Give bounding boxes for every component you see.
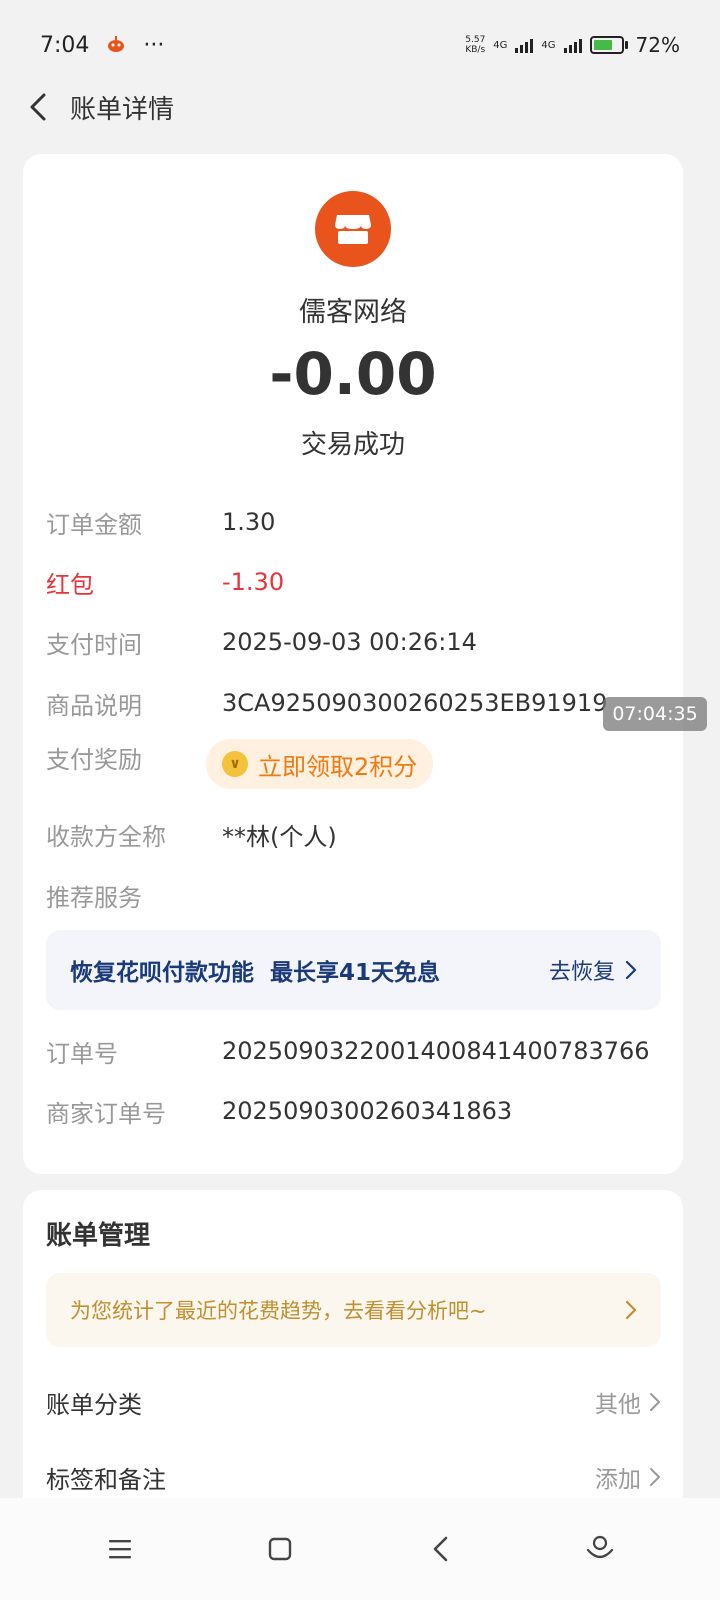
merchant-order-label: 商家订单号 [46, 1099, 166, 1128]
signal-icon [515, 37, 534, 53]
menu-icon [109, 1540, 131, 1559]
back-arrow-icon [30, 93, 46, 121]
order-no-row: 订单号 2025090322001400841400783766 [46, 1029, 666, 1073]
transaction-status: 交易成功 [300, 430, 405, 460]
system-nav-bar [0, 1498, 720, 1600]
status-time: 7:04 [40, 32, 90, 58]
chevron-right-icon [650, 1468, 660, 1486]
restore-button[interactable]: 去恢复 [549, 954, 637, 986]
recommend-row: 推荐服务 [46, 873, 666, 917]
menu-button[interactable] [90, 1519, 150, 1579]
bill-management-title: 账单管理 [46, 1221, 151, 1251]
home-button[interactable] [250, 1519, 310, 1579]
red-packet-label: 红包 [46, 570, 94, 599]
trend-text: 为您统计了最近的花费趋势，去看看分析吧~ [70, 1299, 487, 1323]
payee-value: **林(个人) [222, 822, 337, 851]
product-row: 商品说明 3CA925090300260253EB91919 [46, 681, 666, 725]
merchant-name: 儒客网络 [299, 297, 407, 328]
payee-row: 收款方全称 **林(个人) [46, 812, 666, 856]
order-amount-row: 订单金额 1.30 [46, 500, 666, 544]
sim2-label: 4G [541, 39, 556, 51]
order-no-value: 2025090322001400841400783766 [222, 1037, 650, 1065]
huabei-promo-banner[interactable]: 恢复花呗付款功能 最长享41天免息 去恢复 [46, 930, 661, 1010]
amount: -0.00 [269, 340, 437, 408]
merchant-order-value: 2025090300260341863 [222, 1097, 513, 1125]
pay-time-label: 支付时间 [46, 630, 142, 659]
merchant-order-row: 商家订单号 2025090300260341863 [46, 1089, 666, 1133]
tags-notes-label: 标签和备注 [46, 1465, 166, 1494]
more-notifications-icon: ··· [143, 32, 165, 58]
status-right: 5.57 KB/s 4G 4G 72% [465, 33, 680, 57]
pay-time-value: 2025-09-03 00:26:14 [222, 628, 477, 656]
claim-points-button[interactable]: ∨ 立即领取2积分 [206, 739, 434, 789]
home-square-icon [268, 1537, 292, 1561]
order-amount-value: 1.30 [222, 508, 276, 536]
recommend-label: 推荐服务 [46, 883, 142, 912]
transaction-card: 儒客网络 -0.00 交易成功 订单金额 1.30 红包 -1.30 支付时间 … [23, 154, 683, 1174]
floating-timestamp: 07:04:35 [603, 697, 707, 731]
red-packet-row: 红包 -1.30 [46, 560, 666, 604]
assistant-button[interactable] [570, 1519, 630, 1579]
order-amount-label: 订单金额 [46, 510, 142, 539]
coin-icon: ∨ [222, 751, 248, 777]
reward-label: 支付奖励 [46, 746, 142, 774]
chevron-right-icon [625, 960, 637, 980]
battery-icon [589, 36, 628, 54]
assistant-icon [586, 1535, 614, 1559]
bill-category-value-wrap: 其他 [595, 1385, 661, 1419]
net-speed: 5.57 KB/s [465, 35, 485, 55]
bill-management-card: 账单管理 为您统计了最近的花费趋势，去看看分析吧~ 账单分类 其他 标签和备注 … [23, 1190, 683, 1520]
order-no-label: 订单号 [46, 1039, 118, 1068]
payee-label: 收款方全称 [46, 822, 166, 851]
store-icon[interactable] [315, 191, 391, 267]
header: 账单详情 [0, 76, 720, 138]
tags-notes-value: 添加 [595, 1467, 641, 1493]
promo-text: 恢复花呗付款功能 最长享41天免息 [70, 960, 441, 986]
battery-level: 72% [635, 33, 680, 57]
tags-notes-value-wrap: 添加 [595, 1460, 661, 1494]
chevron-right-icon [625, 1300, 637, 1320]
chevron-right-icon [650, 1393, 660, 1411]
page-title: 账单详情 [70, 94, 175, 125]
net-speed-unit: KB/s [465, 45, 486, 55]
signal-icon [563, 37, 582, 53]
bill-category-label: 账单分类 [46, 1390, 142, 1419]
app-notification-icon [107, 33, 125, 58]
back-button[interactable] [18, 87, 58, 127]
reward-row: 支付奖励 ∨ 立即领取2积分 [46, 739, 666, 789]
bill-category-value: 其他 [595, 1392, 641, 1418]
claim-points-label: 立即领取2积分 [258, 752, 418, 781]
product-value: 3CA925090300260253EB91919 [222, 689, 608, 717]
pay-time-row: 支付时间 2025-09-03 00:26:14 [46, 620, 666, 664]
net-speed-value: 5.57 [465, 35, 486, 45]
tags-notes-row[interactable]: 标签和备注 添加 [46, 1452, 661, 1502]
restore-label: 去恢复 [548, 960, 615, 985]
product-label: 商品说明 [46, 691, 142, 720]
bill-category-row[interactable]: 账单分类 其他 [46, 1377, 661, 1427]
spending-trend-banner[interactable]: 为您统计了最近的花费趋势，去看看分析吧~ [46, 1273, 661, 1347]
status-left: 7:04 ··· [40, 33, 164, 58]
sim1-label: 4G [493, 39, 508, 51]
back-triangle-icon [433, 1536, 448, 1562]
red-packet-value: -1.30 [222, 568, 285, 596]
nav-back-button[interactable] [410, 1519, 470, 1579]
